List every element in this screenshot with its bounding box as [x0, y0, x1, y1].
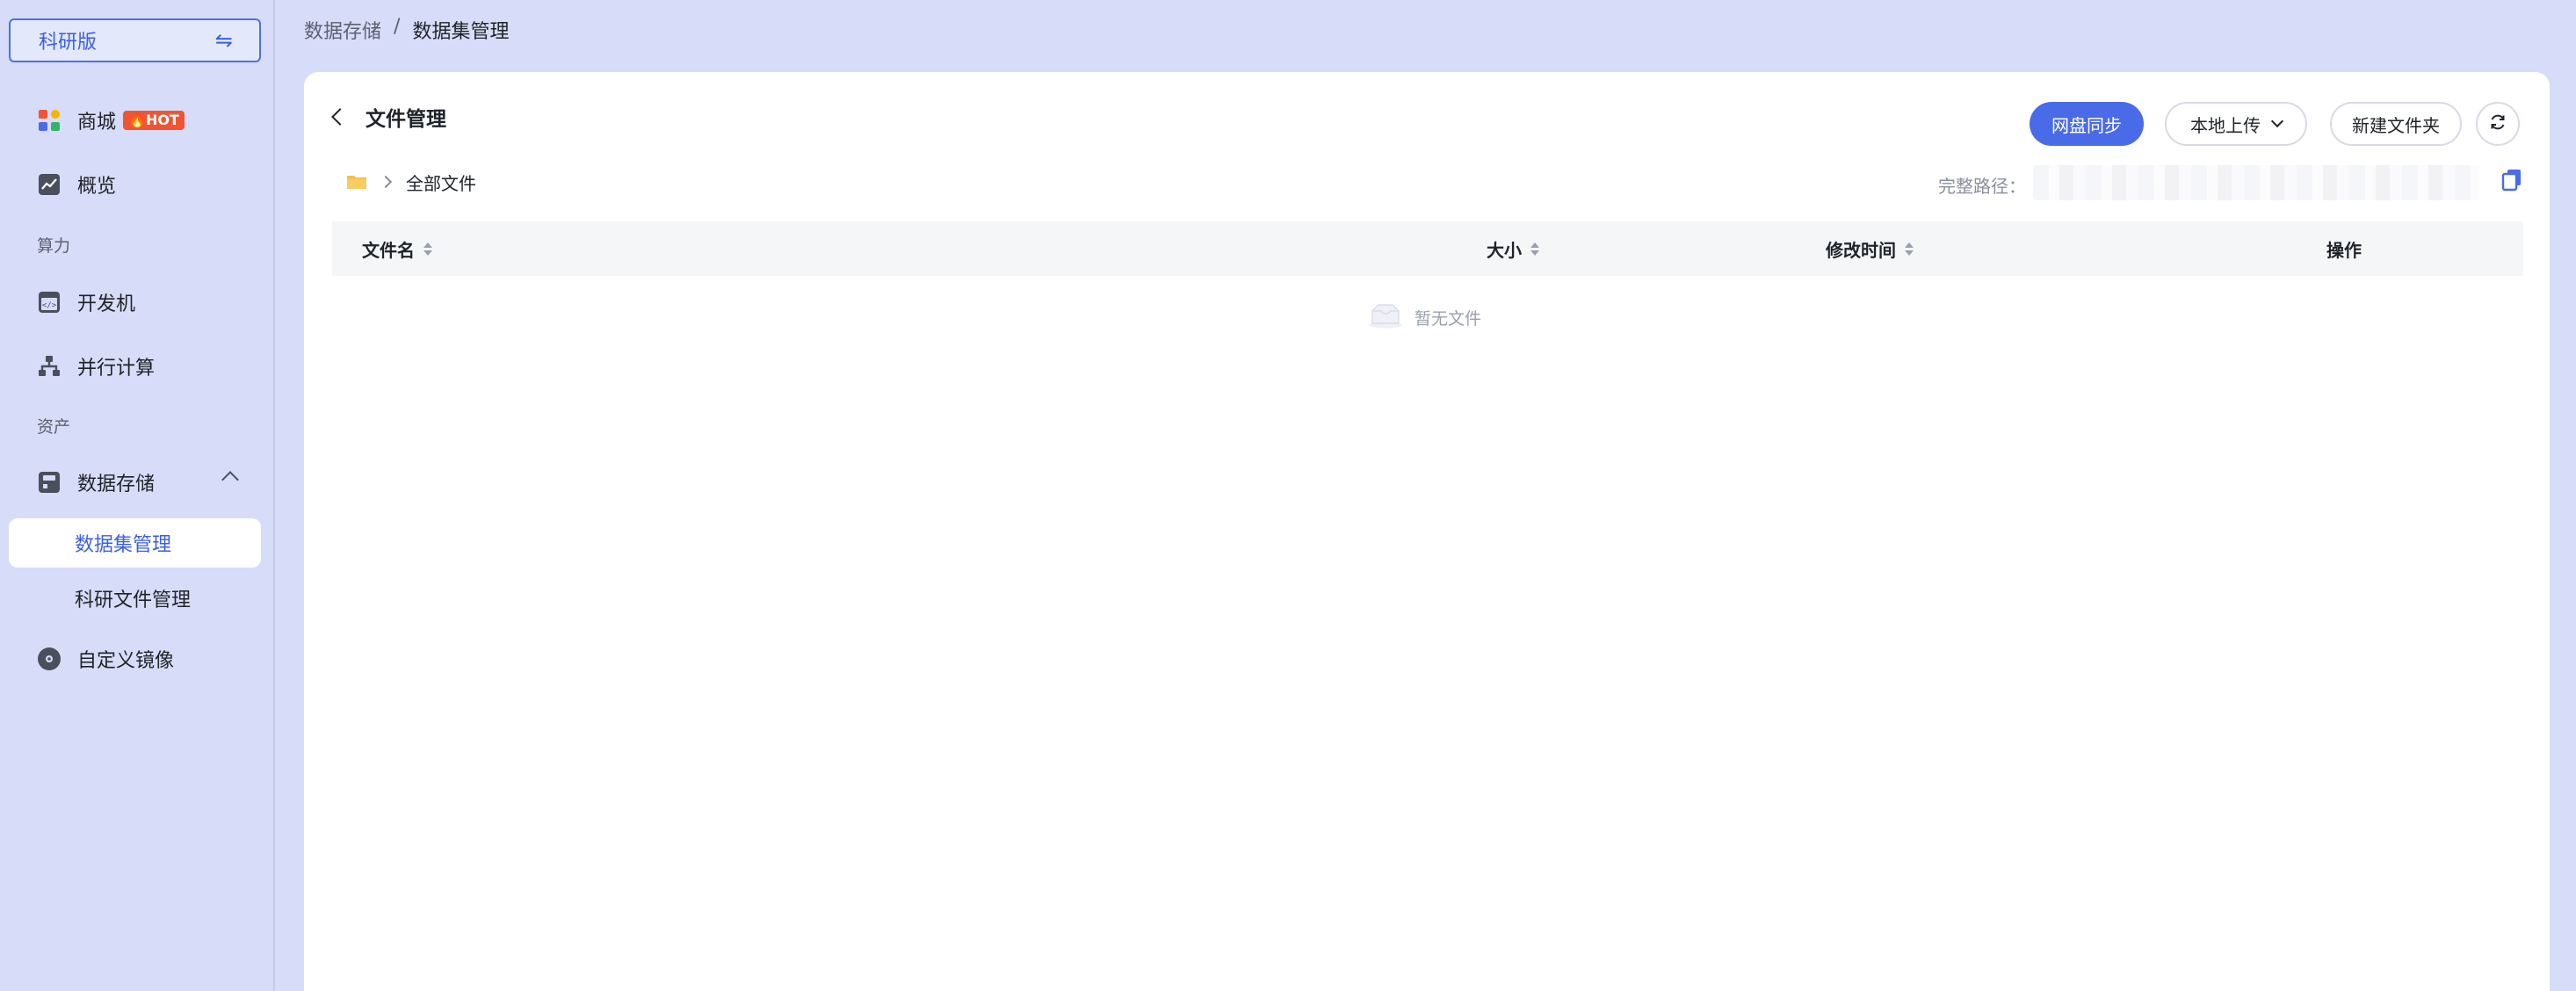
sidebar-item-storage[interactable]: 数据存储 — [9, 458, 261, 507]
breadcrumb-parent[interactable]: 数据存储 — [304, 16, 381, 44]
sidebar: 科研版 ⇋ 商城 🔥HOT 概览 算力 </> 开发机 并行计算 资产 数据存储… — [0, 0, 275, 991]
empty-text: 暂无文件 — [1415, 308, 1482, 329]
upload-label: 本地上传 — [2190, 114, 2261, 136]
empty-box-icon — [1367, 302, 1404, 332]
app-root: 科研版 ⇋ 商城 🔥HOT 概览 算力 </> 开发机 并行计算 资产 数据存储… — [0, 0, 2576, 991]
column-actions: 操作 — [2326, 236, 2362, 262]
code-window-icon: </> — [37, 290, 62, 315]
new-folder-button[interactable]: 新建文件夹 — [2330, 102, 2462, 146]
chevron-left-icon — [331, 108, 349, 126]
column-size[interactable]: 大小 — [1487, 236, 1539, 262]
empty-state: 暂无文件 — [1367, 302, 1481, 332]
section-label-compute: 算力 — [37, 236, 71, 256]
sort-icon[interactable] — [1530, 242, 1539, 256]
column-filename[interactable]: 文件名 — [362, 236, 432, 262]
local-upload-dropdown[interactable]: 本地上传 — [2165, 102, 2307, 146]
table-header: 文件名 大小 修改时间 操作 — [332, 221, 2523, 276]
column-label: 修改时间 — [1826, 239, 1896, 261]
chart-icon — [37, 172, 62, 197]
full-path-value — [2033, 165, 2479, 200]
sidebar-item-store[interactable]: 商城 🔥HOT — [9, 96, 261, 145]
back-button[interactable]: 文件管理 — [331, 102, 446, 132]
sidebar-item-label: 开发机 — [77, 293, 136, 315]
column-modified-time[interactable]: 修改时间 — [1826, 236, 1914, 262]
disc-icon — [37, 647, 62, 671]
cloud-sync-button[interactable]: 网盘同步 — [2030, 102, 2144, 146]
sidebar-item-label: 数据存储 — [77, 474, 156, 496]
edition-label: 科研版 — [39, 32, 98, 54]
chevron-right-icon — [379, 175, 393, 189]
sidebar-item-label: 并行计算 — [77, 358, 156, 380]
svg-text:</>: </> — [42, 301, 57, 310]
page-title: 文件管理 — [365, 108, 446, 131]
refresh-icon — [2488, 112, 2507, 136]
full-path-label: 完整路径： — [1938, 176, 2026, 197]
swap-icon: ⇋ — [214, 28, 233, 53]
sort-icon[interactable] — [423, 242, 432, 256]
all-files-link[interactable]: 全部文件 — [406, 170, 476, 195]
breadcrumb-separator: / — [394, 16, 401, 38]
sidebar-item-research-files[interactable]: 科研文件管理 — [9, 574, 261, 623]
sidebar-item-dataset[interactable]: 数据集管理 — [9, 518, 261, 568]
chevron-up-icon — [221, 471, 239, 488]
sort-icon[interactable] — [1905, 242, 1914, 256]
store-icon — [37, 108, 62, 133]
breadcrumb-current: 数据集管理 — [412, 21, 510, 43]
sidebar-item-label: 科研文件管理 — [75, 590, 192, 611]
sidebar-item-custom-image[interactable]: 自定义镜像 — [9, 634, 261, 684]
column-label: 大小 — [1487, 239, 1522, 261]
sidebar-item-label: 概览 — [77, 176, 117, 198]
sidebar-item-overview[interactable]: 概览 — [9, 160, 261, 209]
breadcrumb: 数据存储 / 数据集管理 — [304, 16, 509, 44]
copy-icon[interactable] — [2499, 167, 2525, 193]
refresh-button[interactable] — [2476, 102, 2520, 146]
folder-path: 全部文件 — [346, 167, 476, 197]
storage-icon — [37, 470, 62, 495]
sidebar-item-label: 自定义镜像 — [77, 650, 175, 672]
hot-badge: 🔥HOT — [123, 111, 185, 130]
file-manager-card: 文件管理 网盘同步 本地上传 新建文件夹 全部文件 完整路径： 文件名 大小 修… — [304, 72, 2550, 991]
column-label: 操作 — [2326, 239, 2362, 261]
sidebar-item-devbox[interactable]: </> 开发机 — [9, 278, 261, 327]
folder-icon[interactable] — [346, 174, 367, 190]
edition-switch-button[interactable]: 科研版 ⇋ — [9, 18, 261, 62]
sidebar-item-parallel[interactable]: 并行计算 — [9, 342, 261, 391]
sidebar-item-label: 商城 — [77, 112, 117, 134]
section-label-assets: 资产 — [37, 417, 71, 437]
hierarchy-icon — [37, 354, 62, 379]
chevron-down-icon — [2270, 114, 2284, 128]
column-label: 文件名 — [362, 239, 415, 261]
sidebar-item-label: 数据集管理 — [75, 534, 172, 556]
